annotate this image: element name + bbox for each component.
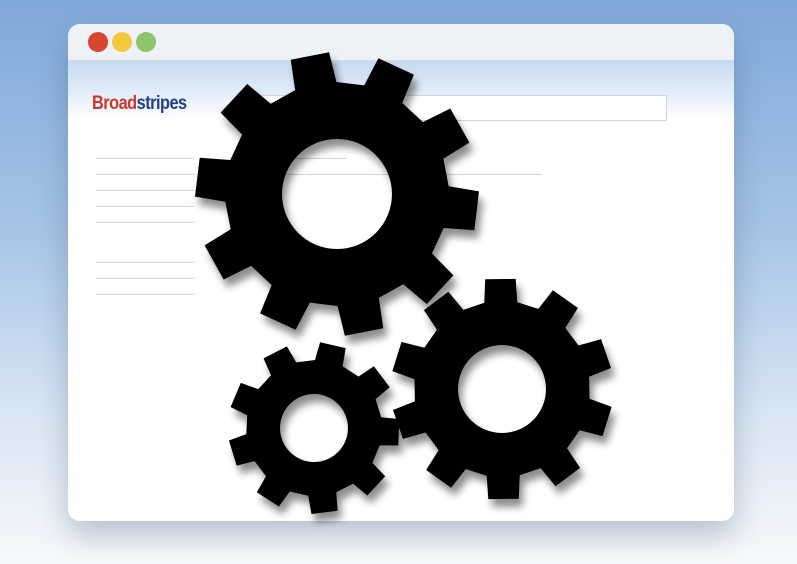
medium-gear-icon [392,278,612,500]
screen: { "window": { "controls": ["close-dot", … [0,0,797,564]
gears-icon [195,52,612,514]
small-gear-icon [228,342,400,514]
large-gear-icon [195,52,479,336]
